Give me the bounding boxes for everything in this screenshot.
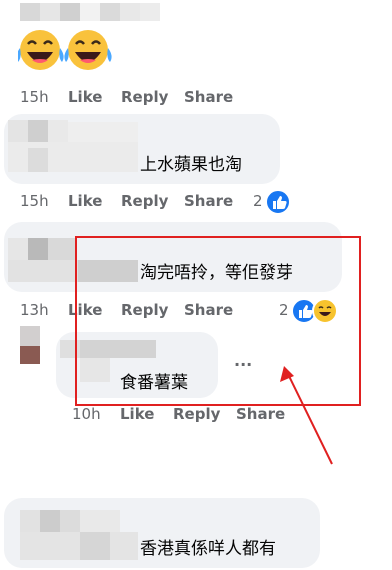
timestamp[interactable]: 15h bbox=[20, 88, 49, 106]
like-icon bbox=[265, 189, 291, 215]
timestamp[interactable]: 15h bbox=[20, 192, 49, 210]
comment-text: 上水蘋果也淘 bbox=[140, 155, 242, 175]
share-button[interactable]: Share bbox=[184, 88, 233, 106]
timestamp[interactable]: 13h bbox=[20, 301, 49, 319]
comment-actions-4: 10h Like Reply Share bbox=[72, 405, 302, 425]
annotation-arrow bbox=[280, 366, 333, 465]
like-button[interactable]: Like bbox=[120, 405, 154, 423]
reply-button[interactable]: Reply bbox=[121, 88, 168, 106]
comment-actions-1: 15h Like Reply Share bbox=[20, 88, 280, 108]
like-button[interactable]: Like bbox=[68, 88, 102, 106]
comment-actions-2: 15h Like Reply Share bbox=[20, 192, 280, 212]
reply-button[interactable]: Reply bbox=[173, 405, 220, 423]
comment-emoji-content bbox=[16, 28, 118, 74]
share-button[interactable]: Share bbox=[184, 192, 233, 210]
like-button[interactable]: Like bbox=[68, 192, 102, 210]
reply-button[interactable]: Reply bbox=[121, 192, 168, 210]
reaction-count[interactable]: 2 bbox=[253, 192, 263, 210]
laughing-emoji-icon bbox=[16, 30, 112, 70]
comment-text: 香港真係咩人都有 bbox=[140, 539, 276, 559]
timestamp[interactable]: 10h bbox=[72, 405, 101, 423]
